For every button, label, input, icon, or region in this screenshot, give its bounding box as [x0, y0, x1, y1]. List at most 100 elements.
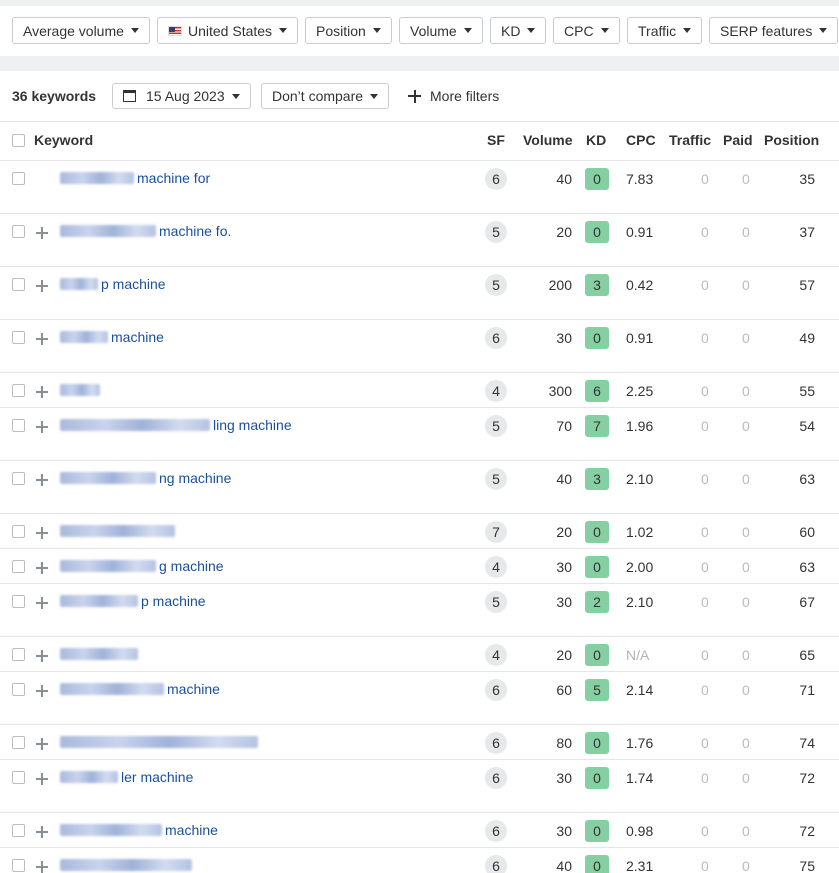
keyword-link[interactable]: ng machine	[60, 470, 231, 486]
row-checkbox[interactable]	[12, 172, 25, 185]
row-checkbox[interactable]	[12, 771, 25, 784]
add-to-list-icon[interactable]	[36, 386, 48, 398]
average-volume-filter[interactable]: Average volume	[12, 17, 150, 44]
keyword-column-header[interactable]: Keyword	[34, 132, 93, 148]
sf-badge[interactable]: 5	[485, 274, 507, 296]
row-checkbox[interactable]	[12, 525, 25, 538]
row-checkbox[interactable]	[12, 595, 25, 608]
add-to-list-icon[interactable]	[36, 773, 48, 785]
row-checkbox[interactable]	[12, 648, 25, 661]
kd-column-header[interactable]: KD	[586, 132, 606, 148]
sf-badge[interactable]: 4	[485, 556, 507, 578]
keyword-link[interactable]: machine	[60, 329, 164, 345]
add-to-list-icon[interactable]	[36, 597, 48, 609]
table-row[interactable]: g machine 4 30 0 2.00 0 0 63	[0, 549, 839, 584]
kd-filter[interactable]: KD	[490, 17, 547, 44]
table-row[interactable]: 4 300 6 2.25 0 0 55	[0, 373, 839, 408]
keyword-link[interactable]	[60, 646, 138, 662]
keyword-link[interactable]: g machine	[60, 558, 224, 574]
keyword-link[interactable]: machine	[60, 681, 220, 697]
add-to-list-icon[interactable]	[36, 562, 48, 574]
date-picker[interactable]: 15 Aug 2023	[112, 83, 251, 109]
sf-column-header[interactable]: SF	[487, 132, 505, 148]
sf-badge[interactable]: 6	[485, 679, 507, 701]
table-row[interactable]: machine 6 30 0 0.91 0 0 49	[0, 320, 839, 373]
serp-features-filter[interactable]: SERP features	[709, 17, 839, 44]
sf-badge[interactable]: 4	[485, 644, 507, 666]
add-to-list-icon[interactable]	[36, 227, 48, 239]
keyword-link[interactable]	[60, 857, 192, 873]
add-to-list-icon[interactable]	[36, 826, 48, 838]
row-checkbox[interactable]	[12, 225, 25, 238]
row-checkbox[interactable]	[12, 859, 25, 872]
select-all-checkbox[interactable]	[12, 134, 25, 147]
add-to-list-icon[interactable]	[36, 333, 48, 345]
sf-badge[interactable]: 5	[485, 415, 507, 437]
table-row[interactable]: p machine 5 30 2 2.10 0 0 67	[0, 584, 839, 637]
row-checkbox[interactable]	[12, 419, 25, 432]
table-row[interactable]: machine fo. 5 20 0 0.91 0 0 37	[0, 214, 839, 267]
add-to-list-icon[interactable]	[36, 421, 48, 433]
volume-column-header[interactable]: Volume	[523, 132, 573, 148]
cpc-filter[interactable]: CPC	[553, 17, 620, 44]
table-row[interactable]: 6 40 0 2.31 0 0 75	[0, 848, 839, 873]
row-checkbox[interactable]	[12, 472, 25, 485]
position-column-header[interactable]: Position	[764, 132, 819, 148]
keyword-link[interactable]	[60, 382, 100, 398]
sf-badge[interactable]: 6	[485, 168, 507, 190]
keyword-link[interactable]: machine	[60, 822, 218, 838]
traffic-filter[interactable]: Traffic	[627, 17, 703, 44]
table-row[interactable]: machine 6 60 5 2.14 0 0 71	[0, 672, 839, 725]
chevron-down-icon	[683, 28, 692, 33]
table-row[interactable]: machine 6 30 0 0.98 0 0 72	[0, 813, 839, 848]
table-row[interactable]: 7 20 0 1.02 0 0 60	[0, 514, 839, 549]
sf-badge[interactable]: 6	[485, 855, 507, 873]
sf-badge[interactable]: 7	[485, 521, 507, 543]
keyword-link[interactable]	[60, 523, 175, 539]
add-to-list-icon[interactable]	[36, 861, 48, 873]
sf-badge[interactable]: 6	[485, 767, 507, 789]
compare-dropdown[interactable]: Don’t compare	[261, 83, 390, 109]
sf-badge[interactable]: 5	[485, 468, 507, 490]
row-checkbox[interactable]	[12, 560, 25, 573]
row-checkbox[interactable]	[12, 331, 25, 344]
sf-badge[interactable]: 6	[485, 327, 507, 349]
paid-column-header[interactable]: Paid	[723, 132, 753, 148]
table-row[interactable]: ng machine 5 40 3 2.10 0 0 63	[0, 461, 839, 514]
keyword-link[interactable]: machine fo.	[60, 223, 231, 239]
row-checkbox[interactable]	[12, 384, 25, 397]
keyword-link[interactable]: machine for	[60, 170, 210, 186]
position-filter[interactable]: Position	[305, 17, 392, 44]
keyword-link[interactable]: p machine	[60, 276, 166, 292]
table-row[interactable]: ler machine 6 30 0 1.74 0 0 72	[0, 760, 839, 813]
sf-badge[interactable]: 6	[485, 820, 507, 842]
table-row[interactable]: p machine 5 200 3 0.42 0 0 57	[0, 267, 839, 320]
row-checkbox[interactable]	[12, 278, 25, 291]
add-to-list-icon[interactable]	[36, 738, 48, 750]
add-to-list-icon[interactable]	[36, 474, 48, 486]
sf-badge[interactable]: 5	[485, 221, 507, 243]
keyword-link[interactable]: ling machine	[60, 417, 292, 433]
sf-badge[interactable]: 5	[485, 591, 507, 613]
table-row[interactable]: ling machine 5 70 7 1.96 0 0 54	[0, 408, 839, 461]
keyword-link[interactable]: p machine	[60, 593, 206, 609]
add-to-list-icon[interactable]	[36, 685, 48, 697]
row-checkbox[interactable]	[12, 736, 25, 749]
keyword-link[interactable]: ler machine	[60, 769, 193, 785]
add-to-list-icon[interactable]	[36, 280, 48, 292]
table-row[interactable]: machine for 6 40 0 7.83 0 0 35	[0, 161, 839, 214]
add-to-list-icon[interactable]	[36, 527, 48, 539]
table-row[interactable]: 6 80 0 1.76 0 0 74	[0, 725, 839, 760]
row-checkbox[interactable]	[12, 683, 25, 696]
table-row[interactable]: 4 20 0 N/A 0 0 65	[0, 637, 839, 672]
keyword-link[interactable]	[60, 734, 258, 750]
row-checkbox[interactable]	[12, 824, 25, 837]
add-to-list-icon[interactable]	[36, 650, 48, 662]
cpc-column-header[interactable]: CPC	[626, 132, 656, 148]
country-filter[interactable]: United States	[157, 17, 299, 44]
sf-badge[interactable]: 6	[485, 732, 507, 754]
traffic-column-header[interactable]: Traffic	[669, 132, 711, 148]
volume-filter[interactable]: Volume	[399, 17, 483, 44]
sf-badge[interactable]: 4	[485, 380, 507, 402]
more-filters-button[interactable]: More filters	[408, 88, 499, 104]
